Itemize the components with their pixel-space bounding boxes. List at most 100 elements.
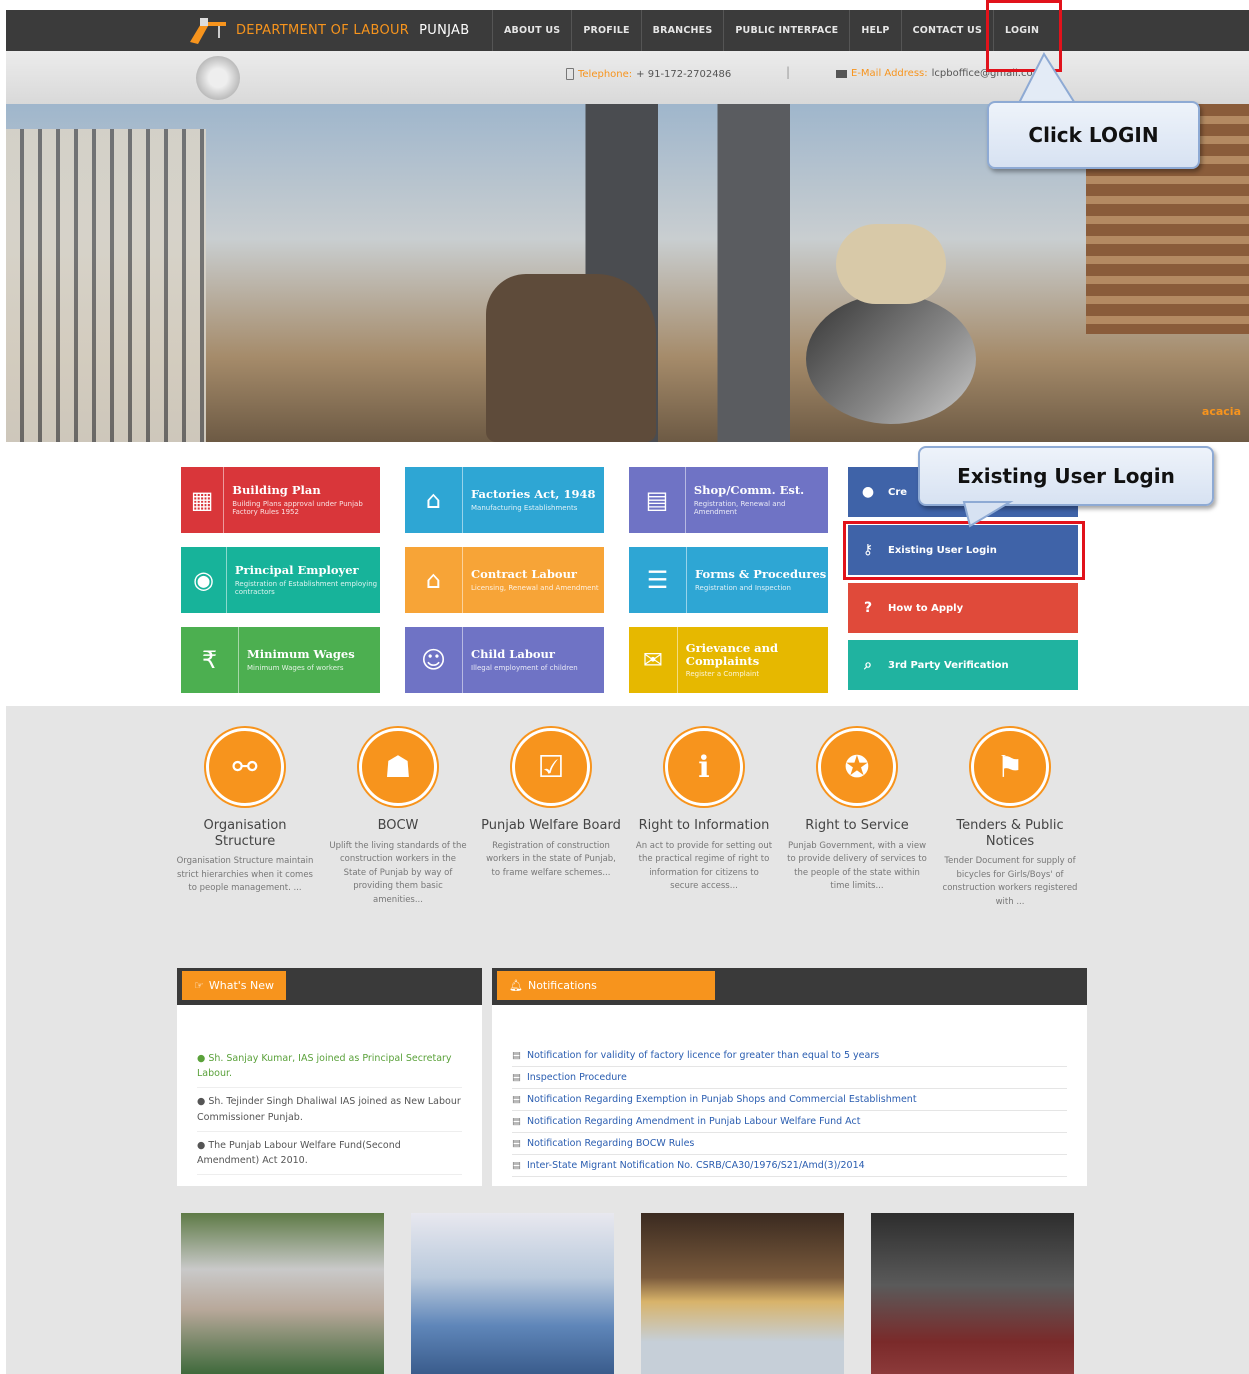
search-icon: ⌕ xyxy=(864,657,872,673)
notification-item[interactable]: ▤ Notification Regarding BOCW Rules xyxy=(512,1133,1067,1155)
notifications-tab[interactable]: 🔔︎ Notifications xyxy=(497,971,715,1000)
nav-public-interface[interactable]: PUBLIC INTERFACE xyxy=(723,10,849,51)
user-icon: ● xyxy=(861,484,875,500)
mail-icon xyxy=(836,69,847,78)
gallery-photo-site-inspection[interactable] xyxy=(641,1213,844,1374)
tile-contract-labour[interactable]: ⌂ Contract Labour Licensing, Renewal and … xyxy=(405,547,604,613)
feature-right-to-information[interactable]: ℹ Right to Information An act to provide… xyxy=(634,728,774,894)
tile-minimum-wages[interactable]: ₹ Minimum Wages Minimum Wages of workers xyxy=(181,627,380,693)
tile-factories-act[interactable]: ⌂ Factories Act, 1948 Manufacturing Estab… xyxy=(405,467,604,533)
info-document-icon: ℹ xyxy=(665,728,743,806)
gallery-photo-health-camp[interactable] xyxy=(411,1213,614,1374)
nav-about-us[interactable]: ABOUT US xyxy=(492,10,571,51)
hero-grinder xyxy=(806,294,976,424)
notification-text: Notification Regarding Amendment in Punj… xyxy=(526,1116,861,1127)
tile-title: Factories Act, 1948 xyxy=(471,487,596,502)
callout-text: Existing User Login xyxy=(957,464,1175,488)
notification-text: Notification Regarding Exemption in Punj… xyxy=(526,1094,917,1105)
crane-logo-icon xyxy=(186,16,230,46)
tile-title: Principal Employer xyxy=(234,563,359,578)
whats-new-tab[interactable]: ☞ What's New xyxy=(182,971,287,1000)
tile-grievance-complaints[interactable]: ✉ Grievance and Complaints Register a Com… xyxy=(629,627,828,693)
notification-item[interactable]: ▤ Inspection Procedure xyxy=(512,1067,1067,1089)
tile-title: Child Labour xyxy=(471,647,555,662)
notification-text: Inter-State Migrant Notification No. CSR… xyxy=(526,1160,865,1171)
nav-contact-us[interactable]: CONTACT US xyxy=(900,10,993,51)
news-item[interactable]: ● Sh. Tejinder Singh Dhaliwal IAS joined… xyxy=(197,1088,462,1132)
notification-item[interactable]: ▤ Notification Regarding Exemption in Pun… xyxy=(512,1089,1067,1111)
tile-title: Contract Labour xyxy=(471,567,577,582)
feature-bocw[interactable]: ☗ BOCW Uplift the living standards of th… xyxy=(328,728,468,908)
notification-item[interactable]: ▤ Notification Regarding Amendment in Pun… xyxy=(512,1111,1067,1133)
tile-principal-employer[interactable]: ◉ Principal Employer Registration of Esta… xyxy=(181,547,380,613)
gallery-photo-bus-camp[interactable] xyxy=(181,1213,384,1374)
main-menu: ABOUT US PROFILE BRANCHES PUBLIC INTERFA… xyxy=(492,10,1050,51)
document-icon: ▤ xyxy=(512,1072,521,1083)
feature-title: Organisation Structure xyxy=(203,818,287,849)
side-tile-label: 3rd Party Verification xyxy=(888,659,1009,671)
page: DEPARTMENT OF LABOUR PUNJAB ABOUT US PRO… xyxy=(0,0,1249,1374)
whats-new-panel: ☞ What's New ● Sh. Sanjay Kumar, IAS joi… xyxy=(177,968,482,1186)
feature-organisation-structure[interactable]: ⚯ Organisation Structure Organisation St… xyxy=(175,728,315,896)
tile-child-labour[interactable]: ☺ Child Labour Illegal employment of chil… xyxy=(405,627,604,693)
tile-building-plan[interactable]: ▦ Building Plan Building Plans approval u… xyxy=(181,467,380,533)
feature-right-to-service[interactable]: ✪ Right to Service Punjab Government, wi… xyxy=(787,728,927,894)
checkbox-icon: ☑ xyxy=(512,728,590,806)
notification-item[interactable]: ▤ Notification for validity of factory li… xyxy=(512,1045,1067,1067)
feature-description: An act to provide for setting out the pr… xyxy=(635,840,773,892)
existing-callout-pointer xyxy=(962,501,1014,528)
tile-subtitle: Registration, Renewal and Amendment xyxy=(693,499,786,516)
notification-item[interactable]: ▤ Inter-State Migrant Notification No. CS… xyxy=(512,1155,1067,1177)
email-label: E-Mail Address: xyxy=(851,68,928,79)
wages-icon: ₹ xyxy=(181,627,239,693)
how-to-apply-button[interactable]: ? How to Apply xyxy=(848,583,1078,633)
nav-help[interactable]: HELP xyxy=(849,10,900,51)
feature-punjab-welfare-board[interactable]: ☑ Punjab Welfare Board Registration of c… xyxy=(481,728,621,880)
site-brand[interactable]: DEPARTMENT OF LABOUR PUNJAB xyxy=(186,10,469,51)
tile-subtitle: Registration of Establishment employing … xyxy=(234,579,378,596)
nav-profile[interactable]: PROFILE xyxy=(571,10,640,51)
notification-text: Notification for validity of factory lic… xyxy=(526,1050,880,1061)
grievance-icon: ✉ xyxy=(629,627,678,693)
child-icon: ☺ xyxy=(405,627,463,693)
document-icon: ▤ xyxy=(512,1116,521,1127)
gallery-photo-officials[interactable] xyxy=(871,1213,1074,1374)
news-text: Sh. Tejinder Singh Dhaliwal IAS joined a… xyxy=(197,1096,461,1123)
news-item[interactable]: ● Sh. Sanjay Kumar, IAS joined as Princi… xyxy=(197,1045,462,1089)
tab-label: Notifications xyxy=(527,979,597,992)
employer-icon: ◉ xyxy=(181,547,227,613)
callout-text: Click LOGIN xyxy=(1028,123,1159,147)
tile-subtitle: Registration and Inspection xyxy=(695,583,791,592)
feature-title: Punjab Welfare Board xyxy=(481,818,621,833)
feature-title: Tenders & Public Notices xyxy=(956,818,1064,849)
workers-icon: ☗ xyxy=(359,728,437,806)
brand-name-orange: DEPARTMENT OF LABOUR xyxy=(236,23,410,38)
tile-subtitle: Illegal employment of children xyxy=(471,663,578,672)
feature-tenders-public-notices[interactable]: ⚑ Tenders & Public Notices Tender Docume… xyxy=(940,728,1080,910)
forms-icon: ☰ xyxy=(629,547,687,613)
document-icon: ▤ xyxy=(512,1138,521,1149)
contact-phone: Telephone: + 91-172-2702486 xyxy=(566,68,731,80)
bell-icon: 🔔︎ xyxy=(509,979,523,992)
feature-description: Registration of construction workers in … xyxy=(486,840,616,878)
feature-title: Right to Service xyxy=(805,818,909,833)
tile-title: Forms & Procedures xyxy=(695,567,827,582)
third-party-verification-button[interactable]: ⌕ 3rd Party Verification xyxy=(848,640,1078,690)
tile-title: Minimum Wages xyxy=(247,647,355,662)
tile-subtitle: Licensing, Renewal and Amendment xyxy=(471,583,599,592)
hero-building-left xyxy=(6,129,206,442)
tile-subtitle: Minimum Wages of workers xyxy=(247,663,344,672)
existing-user-login-callout: Existing User Login xyxy=(918,446,1214,506)
nav-branches[interactable]: BRANCHES xyxy=(640,10,724,51)
brand-name-white: PUNJAB xyxy=(419,23,470,38)
feature-title: Right to Information xyxy=(638,818,770,833)
tab-label: What's New xyxy=(208,979,275,992)
feature-title: BOCW xyxy=(377,818,419,833)
news-item[interactable]: ● The Punjab Labour Welfare Fund(Second … xyxy=(197,1132,462,1176)
notification-text: Notification Regarding BOCW Rules xyxy=(526,1138,695,1149)
panel-header: ☞ What's New xyxy=(177,968,482,1005)
tile-shop-comm-est[interactable]: ▤ Shop/Comm. Est. Registration, Renewal a… xyxy=(629,467,828,533)
notice-board-icon: ⚑ xyxy=(971,728,1049,806)
tile-forms-procedures[interactable]: ☰ Forms & Procedures Registration and Ins… xyxy=(629,547,828,613)
panel-header: 🔔︎ Notifications xyxy=(492,968,1087,1005)
